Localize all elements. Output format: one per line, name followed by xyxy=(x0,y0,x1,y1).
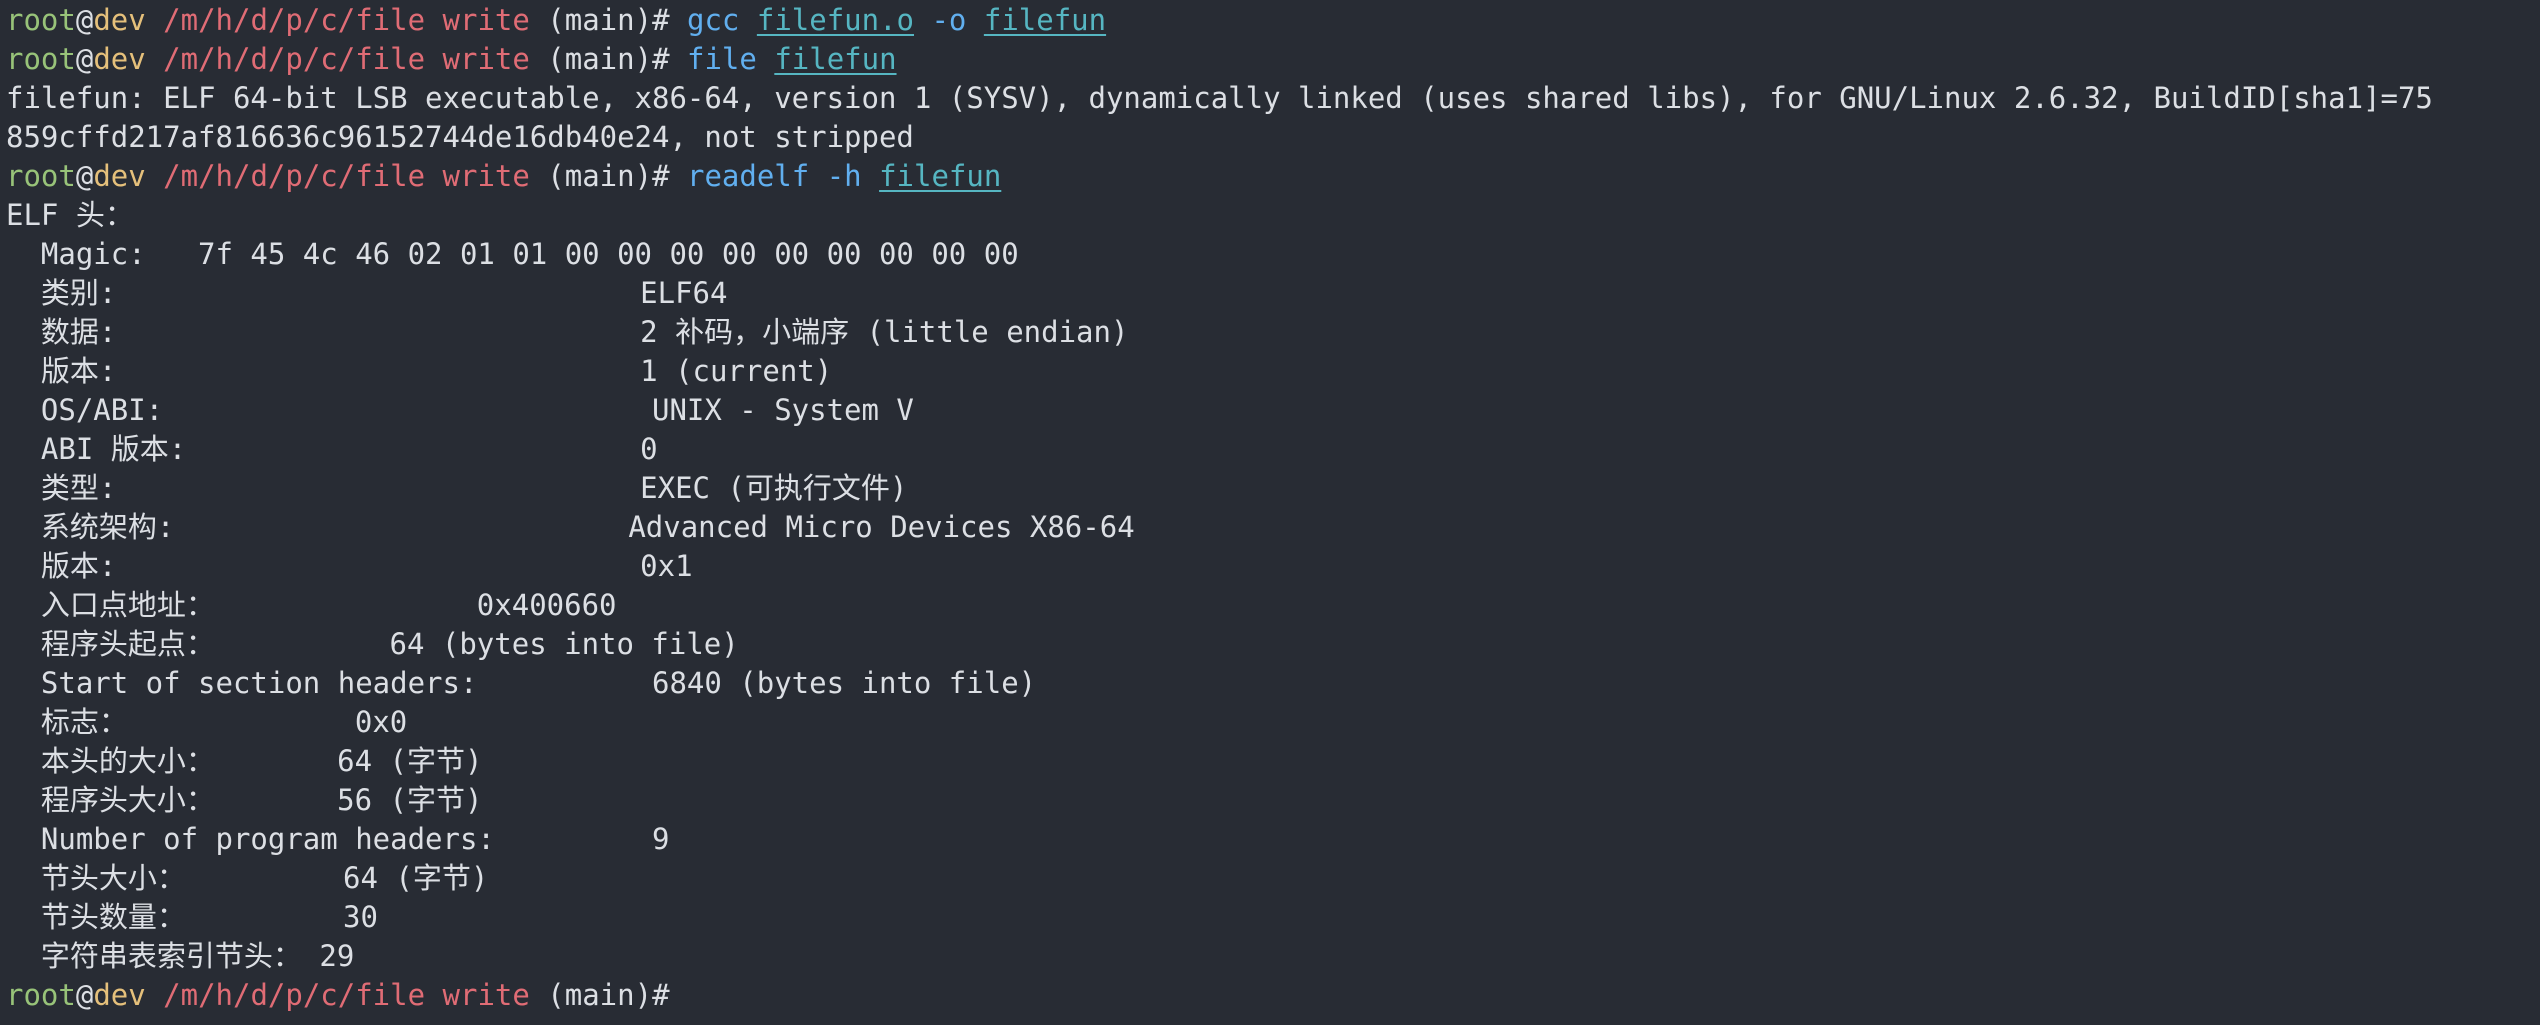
command-file-argument[interactable]: filefun.o xyxy=(757,3,914,37)
elf-header-field: 系统架构: Advanced Micro Devices X86-64 xyxy=(6,510,1135,544)
prompt-line-current[interactable]: root@dev /m/h/d/p/c/file write (main)# xyxy=(6,976,2536,1015)
command-file-argument[interactable]: filefun xyxy=(774,42,896,76)
elf-header-field: OS/ABI: UNIX - System V xyxy=(6,393,914,427)
prompt-branch: (main) xyxy=(547,42,653,76)
elf-header-title: ELF 头： xyxy=(6,198,134,232)
elf-header-field: 本头的大小： 64 (字节) xyxy=(6,744,483,778)
prompt-path: /m/h/d/p/c/file write xyxy=(163,3,530,37)
command-flag: -o xyxy=(931,3,967,37)
prompt-line-readelf: root@dev /m/h/d/p/c/file write (main)# r… xyxy=(6,157,2536,196)
prompt-host: dev xyxy=(93,159,146,193)
prompt-user: root xyxy=(6,978,76,1012)
elf-header-field: 字符串表索引节头： 29 xyxy=(6,939,355,973)
prompt-user: root xyxy=(6,3,76,37)
prompt-symbol: # xyxy=(652,3,670,37)
elf-header-field: 类别: ELF64 xyxy=(6,276,728,310)
prompt-branch: (main) xyxy=(547,978,653,1012)
prompt-symbol: # xyxy=(652,159,670,193)
prompt-host: dev xyxy=(93,978,146,1012)
elf-header-field: 程序头大小： 56 (字节) xyxy=(6,783,483,817)
elf-header-field: 节头数量： 30 xyxy=(6,900,378,934)
prompt-path: /m/h/d/p/c/file write xyxy=(163,42,530,76)
elf-header-field: 版本: 0x1 xyxy=(6,549,693,583)
prompt-symbol: # xyxy=(652,42,670,76)
prompt-symbol: # xyxy=(652,978,670,1012)
elf-header-field: 数据: 2 补码，小端序 (little endian) xyxy=(6,315,1129,349)
prompt-branch: (main) xyxy=(547,159,653,193)
prompt-at: @ xyxy=(75,159,94,193)
elf-header-field: Start of section headers: 6840 (bytes in… xyxy=(6,666,1037,700)
output-line: filefun: ELF 64-bit LSB executable, x86-… xyxy=(6,81,2433,115)
prompt-line-file: root@dev /m/h/d/p/c/file write (main)# f… xyxy=(6,40,2536,79)
command-name: file xyxy=(687,42,757,76)
prompt-host: dev xyxy=(93,3,146,37)
prompt-at: @ xyxy=(75,978,94,1012)
prompt-branch: (main) xyxy=(547,3,653,37)
prompt-host: dev xyxy=(93,42,146,76)
elf-header-field: 入口点地址： 0x400660 xyxy=(6,588,617,622)
output-line: 859cffd217af816636c96152744de16db40e24, … xyxy=(6,120,914,154)
command-flag: -h xyxy=(826,159,862,193)
prompt-user: root xyxy=(6,42,76,76)
prompt-path: /m/h/d/p/c/file write xyxy=(163,159,530,193)
elf-header-field: ABI 版本: 0 xyxy=(6,432,658,466)
elf-header-field: 标志： 0x0 xyxy=(6,705,408,739)
command-name: gcc xyxy=(687,3,740,37)
elf-header-field: Number of program headers: 9 xyxy=(6,822,670,856)
command-file-argument[interactable]: filefun xyxy=(984,3,1106,37)
elf-header-field: 程序头起点： 64 (bytes into file) xyxy=(6,627,739,661)
prompt-line-gcc: root@dev /m/h/d/p/c/file write (main)# g… xyxy=(6,1,2536,40)
elf-header-magic: Magic: 7f 45 4c 46 02 01 01 00 00 00 00 … xyxy=(6,237,1019,271)
elf-header-field: 类型: EXEC (可执行文件) xyxy=(6,471,908,505)
command-file-argument[interactable]: filefun xyxy=(879,159,1001,193)
elf-header-field: 版本: 1 (current) xyxy=(6,354,833,388)
prompt-user: root xyxy=(6,159,76,193)
prompt-at: @ xyxy=(75,42,94,76)
command-name: readelf xyxy=(687,159,810,193)
terminal-window[interactable]: root@dev /m/h/d/p/c/file write (main)# g… xyxy=(6,1,2536,1015)
elf-header-field: 节头大小： 64 (字节) xyxy=(6,861,489,895)
prompt-at: @ xyxy=(75,3,94,37)
prompt-path: /m/h/d/p/c/file write xyxy=(163,978,530,1012)
